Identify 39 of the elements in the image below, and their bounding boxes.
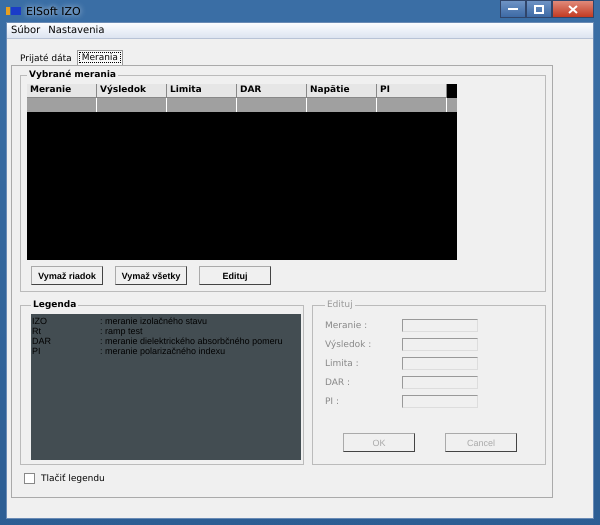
legend-description: : meranie polarizačného indexu	[100, 346, 226, 356]
checkbox[interactable]	[24, 473, 35, 484]
group-title: Legenda	[32, 300, 78, 310]
tab[interactable]: Merania	[76, 50, 123, 65]
column-header[interactable]: Meranie	[27, 84, 97, 98]
action-button[interactable]: Edituj	[199, 266, 271, 285]
tab[interactable]: Prijaté dáta	[17, 53, 75, 65]
column-header[interactable]: Napätie	[307, 84, 377, 98]
column-header[interactable]: DAR	[237, 84, 307, 98]
legend-code: Rt	[32, 326, 42, 336]
legend-code: DAR	[32, 336, 52, 346]
action-button[interactable]: Vymaž všetky	[115, 266, 187, 285]
legend-description: : meranie dielektrického absorbčného pomeru	[100, 336, 283, 346]
field-label: Výsledok :	[325, 340, 372, 350]
field-label: PI :	[325, 396, 340, 406]
maximize-icon	[534, 4, 544, 14]
app-logo-icon	[6, 5, 22, 17]
field-label: Limita :	[325, 358, 360, 368]
column-header[interactable]: PI	[377, 84, 447, 98]
close-button[interactable]	[552, 0, 594, 18]
menu-item[interactable]: Nastavenia	[48, 25, 104, 36]
field-label: Meranie :	[325, 320, 368, 330]
field-label: DAR :	[325, 378, 352, 388]
close-icon	[568, 4, 578, 14]
legend-code: IZO	[32, 316, 48, 326]
column-header[interactable]: Limita	[167, 84, 237, 98]
window-title: ElSoft IZO	[26, 4, 81, 18]
column-header[interactable]: Výsledok	[97, 84, 167, 98]
legend-description: : ramp test	[100, 326, 143, 336]
legend-code: PI	[32, 346, 42, 356]
maximize-button[interactable]	[526, 0, 552, 18]
group-title: Vybrané merania	[28, 70, 117, 80]
group-title: Edituj	[326, 300, 354, 310]
checkbox-label: Tlačiť legendu	[41, 474, 105, 484]
legend-description: : meranie izolačného stavu	[100, 316, 208, 326]
minimize-button[interactable]	[500, 0, 526, 18]
menu-item[interactable]: Súbor	[11, 25, 40, 36]
minimize-icon	[508, 7, 518, 11]
action-button[interactable]: Vymaž riadok	[31, 266, 103, 285]
